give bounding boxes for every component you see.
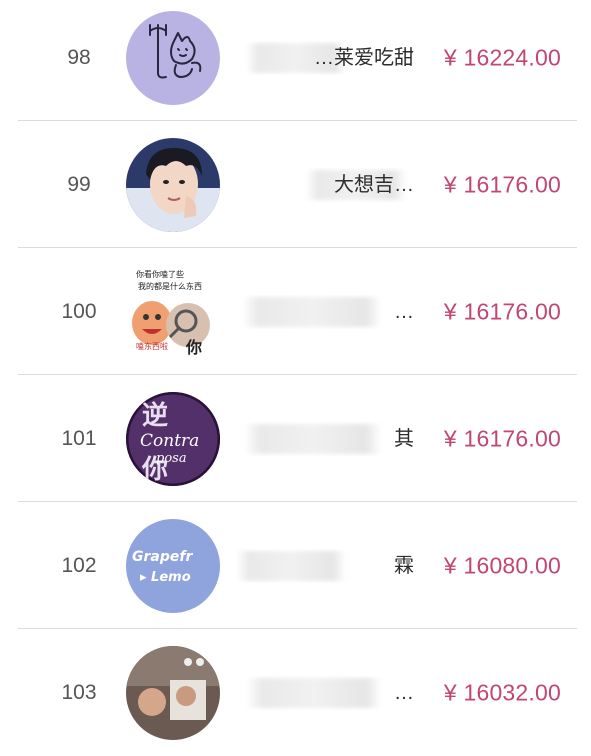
- rank-number: 98: [67, 45, 91, 69]
- amount-value: ¥ 16224.00: [443, 44, 561, 70]
- badge-script-1: Contra: [140, 431, 199, 451]
- list-item[interactable]: 103 … ¥ 16032.00: [0, 629, 591, 756]
- grapefruit-lemon-badge-icon[interactable]: Grapefr ▸ Lemo: [126, 518, 220, 613]
- user-name[interactable]: …: [236, 676, 414, 710]
- rank-number: 101: [61, 426, 97, 450]
- meme-sticker-icon[interactable]: 你看你嗑了些 我的都是什么东西 你 嗑东西啦: [126, 264, 220, 359]
- user-name[interactable]: …: [236, 295, 414, 329]
- badge-line-1: Grapefr: [132, 549, 193, 565]
- redaction-blur: [246, 677, 382, 708]
- sticker-caption-3: 你: [185, 338, 202, 357]
- calligraphy-badge-icon[interactable]: 逆 你 Contra posa: [126, 391, 220, 486]
- list-item[interactable]: 98 …莱爱吃甜 ¥ 16224.00: [0, 0, 591, 121]
- portrait-photo-icon[interactable]: [126, 137, 220, 232]
- amount-value: ¥ 16176.00: [443, 298, 561, 324]
- user-name[interactable]: 霖: [236, 549, 414, 583]
- badge-line-2: ▸ Lemo: [140, 570, 191, 585]
- sticker-caption-4: 嗑东西啦: [136, 341, 168, 351]
- list-item[interactable]: 100 你看你嗑了些 我的都是什么东西 你 嗑东西啦 … ¥ 16176.00: [0, 248, 591, 375]
- group-photo-icon[interactable]: [126, 645, 220, 740]
- ranking-list: 98 …莱爱吃甜 ¥ 16224.00 99 大想吉… ¥ 16176.00 1…: [0, 0, 591, 756]
- redaction-blur: [242, 296, 382, 327]
- amount-value: ¥ 16176.00: [443, 171, 561, 197]
- amount-value: ¥ 16176.00: [443, 425, 561, 451]
- sticker-caption-1: 你看你嗑了些: [136, 269, 184, 279]
- rank-number: 102: [61, 553, 97, 577]
- rank-number: 100: [61, 299, 97, 323]
- redaction-blur: [236, 550, 346, 581]
- user-name[interactable]: …莱爱吃甜: [236, 41, 414, 75]
- svg-text:逆: 逆: [142, 400, 168, 431]
- amount-value: ¥ 16032.00: [443, 679, 561, 705]
- list-item[interactable]: 101 逆 你 Contra posa 其 ¥ 16176.00: [0, 375, 591, 502]
- badge-script-2: posa: [156, 451, 187, 466]
- trident-cat-sketch-icon[interactable]: [126, 10, 220, 105]
- redaction-blur: [244, 423, 382, 454]
- user-name[interactable]: 其: [236, 422, 414, 456]
- amount-value: ¥ 16080.00: [443, 552, 561, 578]
- sticker-caption-2: 我的都是什么东西: [138, 281, 202, 291]
- user-name[interactable]: 大想吉…: [236, 168, 414, 202]
- list-item[interactable]: 102 Grapefr ▸ Lemo 霖 ¥ 16080.00: [0, 502, 591, 629]
- list-item[interactable]: 99 大想吉… ¥ 16176.00: [0, 121, 591, 248]
- rank-number: 99: [67, 172, 91, 196]
- rank-number: 103: [61, 680, 97, 704]
